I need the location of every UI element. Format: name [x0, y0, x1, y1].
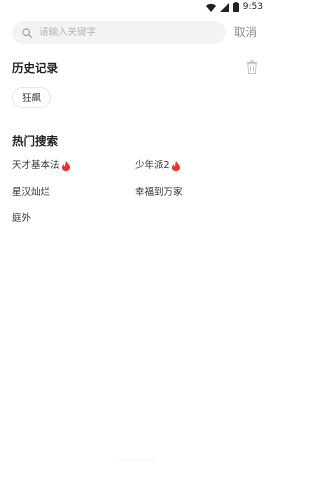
status-bar: 9:53 — [0, 0, 269, 14]
search-page: 9:53 取消 历史记录 狂飙 热门搜索 天才基本法 少年派2 星汉灿烂 — [0, 0, 269, 478]
battery-icon — [232, 2, 239, 12]
flame-icon — [171, 161, 180, 171]
history-list: 狂飙 — [12, 87, 52, 108]
home-indicator — [114, 460, 155, 461]
search-bar[interactable] — [12, 21, 226, 44]
search-icon — [22, 27, 32, 38]
hot-search-item[interactable]: 庭外 — [12, 212, 31, 226]
cancel-button[interactable]: 取消 — [234, 24, 257, 40]
wifi-icon — [205, 3, 216, 12]
history-chip[interactable]: 狂飙 — [12, 87, 52, 108]
hot-search-label: 天才基本法 — [12, 160, 60, 171]
hot-search-label: 庭外 — [12, 213, 32, 224]
hot-search-label: 星汉灿烂 — [12, 187, 51, 198]
hot-search-label: 少年派2 — [135, 160, 170, 171]
hot-search-title: 热门搜索 — [12, 134, 58, 148]
hot-search-item[interactable]: 星汉灿烂 — [12, 186, 50, 200]
status-icons: 9:53 — [205, 1, 263, 13]
hot-search-item[interactable]: 天才基本法 — [12, 159, 70, 173]
hot-search-item[interactable]: 少年派2 — [135, 159, 180, 173]
search-input[interactable] — [39, 27, 209, 38]
hot-search-label: 幸福到万家 — [135, 187, 183, 198]
status-time: 9:53 — [242, 2, 263, 12]
flame-icon — [61, 161, 70, 171]
history-title: 历史记录 — [12, 61, 58, 75]
hot-search-item[interactable]: 幸福到万家 — [135, 186, 183, 200]
signal-icon — [219, 2, 229, 12]
trash-icon[interactable] — [246, 60, 258, 74]
